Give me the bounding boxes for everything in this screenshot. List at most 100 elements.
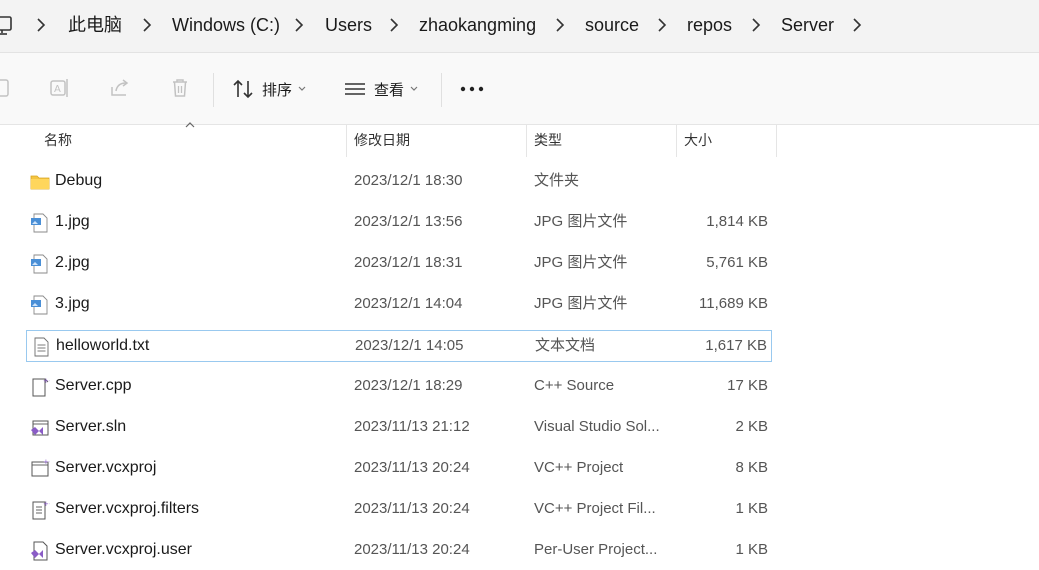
image-file-icon — [31, 295, 48, 315]
cpp-file-icon: ++ — [32, 377, 50, 397]
column-header-type[interactable]: 类型 — [534, 125, 562, 157]
file-date: 2023/11/13 20:24 — [354, 500, 470, 517]
file-row-3-jpg[interactable]: 3.jpg 2023/12/1 14:04 JPG 图片文件 11,689 KB — [26, 289, 772, 321]
file-name: Debug — [55, 172, 103, 189]
breadcrumb-this-pc[interactable]: 此电脑 — [68, 14, 122, 36]
breadcrumb-user-folder[interactable]: zhaokangming — [419, 14, 536, 36]
chevron-right-icon[interactable] — [142, 17, 152, 33]
file-type: 文件夹 — [534, 172, 580, 189]
filters-file-icon: ++ — [32, 500, 50, 520]
column-divider[interactable] — [526, 125, 527, 157]
file-size: 5,761 KB — [706, 254, 768, 271]
file-row-server-sln[interactable]: Server.sln 2023/11/13 21:12 Visual Studi… — [26, 412, 772, 444]
more-icon — [460, 86, 484, 92]
column-header-date[interactable]: 修改日期 — [354, 125, 410, 157]
chevron-right-icon[interactable] — [751, 17, 761, 33]
file-date: 2023/12/1 18:30 — [354, 172, 463, 189]
breadcrumb-server[interactable]: Server — [781, 14, 834, 36]
file-date: 2023/12/1 18:31 — [354, 254, 463, 271]
sort-label: 排序 — [262, 81, 293, 99]
file-name: Server.cpp — [55, 377, 132, 394]
copy-icon[interactable] — [0, 77, 12, 99]
file-size: 11,689 KB — [699, 295, 768, 312]
file-row-server-vcxproj[interactable]: ++ Server.vcxproj 2023/11/13 20:24 VC++ … — [26, 453, 772, 485]
column-divider[interactable] — [776, 125, 777, 157]
svg-text:++: ++ — [43, 500, 50, 508]
chevron-right-icon[interactable] — [852, 17, 862, 33]
column-divider[interactable] — [676, 125, 677, 157]
view-label: 查看 — [374, 81, 405, 99]
file-type: JPG 图片文件 — [534, 213, 628, 230]
solution-file-icon — [31, 420, 49, 436]
svg-text:++: ++ — [43, 377, 50, 385]
sort-icon — [233, 79, 253, 99]
file-size: 8 KB — [735, 459, 768, 476]
column-header-size[interactable]: 大小 — [684, 125, 712, 157]
delete-icon[interactable] — [169, 77, 191, 99]
breadcrumb-drive-c[interactable]: Windows (C:) — [172, 14, 280, 36]
file-name: 3.jpg — [55, 295, 90, 312]
file-name: Server.vcxproj.filters — [55, 500, 200, 517]
folder-icon — [30, 175, 50, 190]
file-row-server-cpp[interactable]: ++ Server.cpp 2023/12/1 18:29 C++ Source… — [26, 371, 772, 403]
file-name: Server.vcxproj — [55, 459, 157, 476]
image-file-icon — [31, 213, 48, 233]
breadcrumb-repos[interactable]: repos — [687, 14, 732, 36]
file-date: 2023/12/1 14:04 — [354, 295, 463, 312]
more-options-button[interactable] — [458, 74, 486, 104]
file-name: Server.sln — [55, 418, 127, 435]
file-date: 2023/11/13 20:24 — [354, 541, 470, 558]
view-button[interactable]: 查看 — [344, 74, 418, 104]
computer-icon[interactable] — [0, 14, 12, 36]
chevron-right-icon[interactable] — [555, 17, 565, 33]
file-date: 2023/12/1 18:29 — [354, 377, 463, 394]
rename-icon[interactable]: A — [49, 77, 71, 99]
share-icon[interactable] — [109, 77, 131, 99]
chevron-down-icon — [410, 86, 418, 91]
file-type: 文本文档 — [535, 337, 596, 354]
file-row-helloworld-txt[interactable]: helloworld.txt 2023/12/1 14:05 文本文档 1,61… — [26, 330, 772, 362]
file-size: 1 KB — [735, 500, 768, 517]
column-divider[interactable] — [346, 125, 347, 157]
svg-text:A: A — [54, 84, 61, 95]
breadcrumb-users[interactable]: Users — [325, 14, 372, 36]
chevron-right-icon[interactable] — [657, 17, 667, 33]
file-row-server-vcxproj-user[interactable]: Server.vcxproj.user 2023/11/13 20:24 Per… — [26, 535, 772, 567]
file-size: 2 KB — [735, 418, 768, 435]
column-header-name[interactable]: 名称 — [44, 125, 72, 157]
file-date: 2023/12/1 13:56 — [354, 213, 463, 230]
file-type: C++ Source — [534, 377, 615, 394]
file-name: helloworld.txt — [56, 337, 150, 354]
vcxproj-file-icon: ++ — [31, 459, 50, 477]
address-bar[interactable]: 此电脑 Windows (C:) Users zhaokangming sour… — [0, 0, 1039, 53]
file-date: 2023/11/13 20:24 — [354, 459, 470, 476]
file-row-2-jpg[interactable]: 2.jpg 2023/12/1 18:31 JPG 图片文件 5,761 KB — [26, 248, 772, 280]
file-type: JPG 图片文件 — [534, 295, 628, 312]
file-size: 1,814 KB — [706, 213, 768, 230]
image-file-icon — [31, 254, 48, 274]
file-type: VC++ Project Fil... — [534, 500, 656, 517]
text-file-icon — [34, 337, 49, 357]
breadcrumb-source[interactable]: source — [585, 14, 639, 36]
file-row-debug[interactable]: Debug 2023/12/1 18:30 文件夹 — [26, 166, 772, 198]
file-row-1-jpg[interactable]: 1.jpg 2023/12/1 13:56 JPG 图片文件 1,814 KB — [26, 207, 772, 239]
file-size: 1 KB — [735, 541, 768, 558]
file-type: VC++ Project — [534, 459, 624, 476]
file-date: 2023/11/13 21:12 — [354, 418, 470, 435]
file-name: 2.jpg — [55, 254, 90, 271]
file-row-server-vcxproj-filters[interactable]: ++ Server.vcxproj.filters 2023/11/13 20:… — [26, 494, 772, 526]
svg-text:++: ++ — [43, 459, 50, 466]
file-name: 1.jpg — [55, 213, 90, 230]
chevron-down-icon — [298, 86, 306, 91]
command-bar: A 排序 查看 — [0, 53, 1039, 125]
file-name: Server.vcxproj.user — [55, 541, 192, 558]
chevron-right-icon[interactable] — [294, 17, 304, 33]
file-date: 2023/12/1 14:05 — [355, 337, 464, 354]
sort-button[interactable]: 排序 — [232, 74, 306, 104]
chevron-right-icon[interactable] — [36, 17, 46, 33]
view-list-icon — [345, 83, 365, 95]
chevron-right-icon[interactable] — [389, 17, 399, 33]
file-size: 17 KB — [727, 377, 768, 394]
file-type: Visual Studio Sol... — [534, 418, 660, 435]
toolbar-divider — [441, 73, 442, 107]
